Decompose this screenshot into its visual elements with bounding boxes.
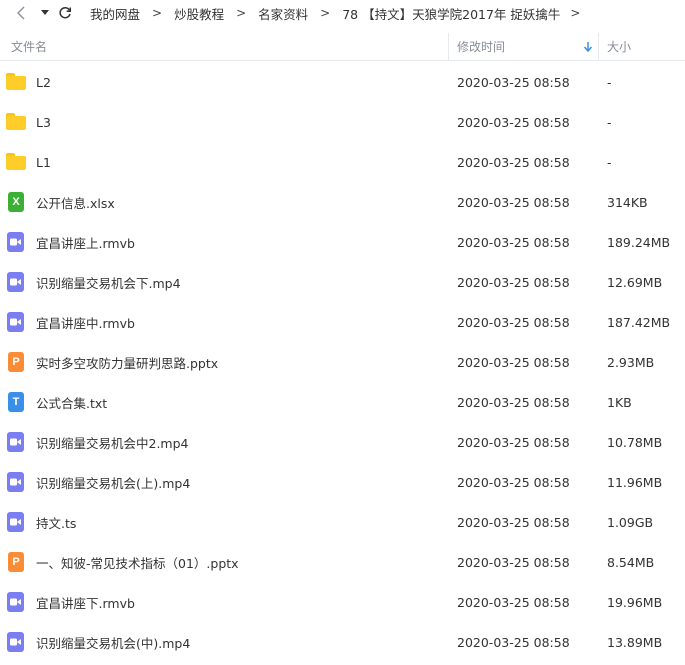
caret-down-icon <box>41 10 49 15</box>
file-modified-time: 2020-03-25 08:58 <box>457 194 570 210</box>
video-file-icon <box>7 232 24 252</box>
video-file-icon <box>7 472 24 492</box>
file-row[interactable]: 识别缩量交易机会下.mp4 2020-03-25 08:58 12.69MB <box>0 262 685 302</box>
column-header-name[interactable]: 文件名 <box>11 33 47 60</box>
file-list-header: 文件名 修改时间 大小 <box>0 33 685 61</box>
breadcrumb-separator-icon: > <box>152 6 163 20</box>
file-size: - <box>607 114 612 130</box>
file-size: 314KB <box>607 194 648 210</box>
file-size: 1.09GB <box>607 514 654 530</box>
file-modified-time: 2020-03-25 08:58 <box>457 634 570 650</box>
breadcrumb-expand-icon[interactable]: > <box>570 6 580 20</box>
breadcrumb-item[interactable]: 名家资料 <box>258 4 308 23</box>
folder-icon <box>6 152 26 172</box>
file-name[interactable]: 一、知彼-常见技术指标（01）.pptx <box>36 542 239 582</box>
file-modified-time: 2020-03-25 08:58 <box>457 274 570 290</box>
refresh-icon <box>59 6 72 19</box>
file-name[interactable]: 宜昌讲座上.rmvb <box>36 222 135 262</box>
file-modified-time: 2020-03-25 08:58 <box>457 394 570 410</box>
video-file-icon <box>7 592 24 612</box>
file-modified-time: 2020-03-25 08:58 <box>457 474 570 490</box>
file-name[interactable]: L3 <box>36 102 51 142</box>
file-row[interactable]: P 实时多空攻防力量研判思路.pptx 2020-03-25 08:58 2.93MB <box>0 342 685 382</box>
file-modified-time: 2020-03-25 08:58 <box>457 74 570 90</box>
file-name[interactable]: 宜昌讲座中.rmvb <box>36 302 135 342</box>
toolbar: 我的网盘 > 炒股教程 > 名家资料 > 78 【持文】天狼学院2017年 捉妖… <box>0 0 685 26</box>
file-size: 2.93MB <box>607 354 655 370</box>
breadcrumb-separator-icon: > <box>320 6 331 20</box>
file-name[interactable]: 识别缩量交易机会(中).mp4 <box>36 622 190 662</box>
file-row[interactable]: T 公式合集.txt 2020-03-25 08:58 1KB <box>0 382 685 422</box>
file-row[interactable]: 识别缩量交易机会(上).mp4 2020-03-25 08:58 11.96MB <box>0 462 685 502</box>
file-row[interactable]: 识别缩量交易机会中2.mp4 2020-03-25 08:58 10.78MB <box>0 422 685 462</box>
video-file-icon <box>7 272 24 292</box>
breadcrumb-item[interactable]: 炒股教程 <box>174 4 224 23</box>
video-file-icon <box>7 512 24 532</box>
file-modified-time: 2020-03-25 08:58 <box>457 114 570 130</box>
chevron-left-icon <box>17 6 25 20</box>
file-modified-time: 2020-03-25 08:58 <box>457 554 570 570</box>
file-size: 8.54MB <box>607 554 655 570</box>
file-row[interactable]: P 一、知彼-常见技术指标（01）.pptx 2020-03-25 08:58 8.5… <box>0 542 685 582</box>
file-name[interactable]: 宜昌讲座下.rmvb <box>36 582 135 622</box>
powerpoint-file-icon: P <box>8 552 24 572</box>
file-modified-time: 2020-03-25 08:58 <box>457 514 570 530</box>
file-row[interactable]: 宜昌讲座下.rmvb 2020-03-25 08:58 19.96MB <box>0 582 685 622</box>
column-divider[interactable] <box>598 33 599 60</box>
file-row[interactable]: L1 2020-03-25 08:58 - <box>0 142 685 182</box>
file-row[interactable]: 宜昌讲座中.rmvb 2020-03-25 08:58 187.42MB <box>0 302 685 342</box>
file-row[interactable]: X 公开信息.xlsx 2020-03-25 08:58 314KB <box>0 182 685 222</box>
file-name[interactable]: 识别缩量交易机会下.mp4 <box>36 262 181 302</box>
file-name[interactable]: 识别缩量交易机会(上).mp4 <box>36 462 190 502</box>
file-modified-time: 2020-03-25 08:58 <box>457 434 570 450</box>
file-row[interactable]: 宜昌讲座上.rmvb 2020-03-25 08:58 189.24MB <box>0 222 685 262</box>
file-size: 1KB <box>607 394 632 410</box>
file-modified-time: 2020-03-25 08:58 <box>457 354 570 370</box>
file-name[interactable]: 实时多空攻防力量研判思路.pptx <box>36 342 218 382</box>
file-size: 11.96MB <box>607 474 663 490</box>
file-size: 13.89MB <box>607 634 663 650</box>
file-name[interactable]: L1 <box>36 142 51 182</box>
sort-descending-icon[interactable] <box>583 41 593 53</box>
file-row[interactable]: L2 2020-03-25 08:58 - <box>0 62 685 102</box>
back-button[interactable] <box>10 2 32 24</box>
file-modified-time: 2020-03-25 08:58 <box>457 154 570 170</box>
refresh-button[interactable] <box>54 2 76 24</box>
file-modified-time: 2020-03-25 08:58 <box>457 234 570 250</box>
file-modified-time: 2020-03-25 08:58 <box>457 314 570 330</box>
file-row[interactable]: 识别缩量交易机会(中).mp4 2020-03-25 08:58 13.89MB <box>0 622 685 662</box>
file-size: 10.78MB <box>607 434 663 450</box>
file-size: - <box>607 74 612 90</box>
file-size: 19.96MB <box>607 594 663 610</box>
file-row[interactable]: L3 2020-03-25 08:58 - <box>0 102 685 142</box>
breadcrumb-item-current[interactable]: 78 【持文】天狼学院2017年 捉妖擒牛 <box>342 4 560 23</box>
excel-file-icon: X <box>8 192 24 212</box>
file-modified-time: 2020-03-25 08:58 <box>457 594 570 610</box>
file-name[interactable]: L2 <box>36 62 51 102</box>
video-file-icon <box>7 632 24 652</box>
breadcrumb-separator-icon: > <box>236 6 247 20</box>
breadcrumb: 我的网盘 > 炒股教程 > 名家资料 > 78 【持文】天狼学院2017年 捉妖… <box>90 4 580 23</box>
file-size: 187.42MB <box>607 314 671 330</box>
column-header-size[interactable]: 大小 <box>607 33 631 60</box>
video-file-icon <box>7 312 24 332</box>
column-divider[interactable] <box>448 33 449 60</box>
file-list: L2 2020-03-25 08:58- L3 2020-03-25 08:58- L1… <box>0 62 685 662</box>
breadcrumb-item-root[interactable]: 我的网盘 <box>90 4 140 23</box>
video-file-icon <box>7 432 24 452</box>
file-size: 189.24MB <box>607 234 671 250</box>
file-name[interactable]: 公开信息.xlsx <box>36 182 115 222</box>
column-header-modified[interactable]: 修改时间 <box>457 33 505 60</box>
text-file-icon: T <box>8 392 24 412</box>
history-dropdown-button[interactable] <box>38 2 52 24</box>
file-size: - <box>607 154 612 170</box>
folder-icon <box>6 112 26 132</box>
file-row[interactable]: 持文.ts 2020-03-25 08:58 1.09GB <box>0 502 685 542</box>
folder-icon <box>6 72 26 92</box>
powerpoint-file-icon: P <box>8 352 24 372</box>
file-name[interactable]: 公式合集.txt <box>36 382 107 422</box>
file-name[interactable]: 识别缩量交易机会中2.mp4 <box>36 422 189 462</box>
file-size: 12.69MB <box>607 274 663 290</box>
file-name[interactable]: 持文.ts <box>36 502 76 542</box>
